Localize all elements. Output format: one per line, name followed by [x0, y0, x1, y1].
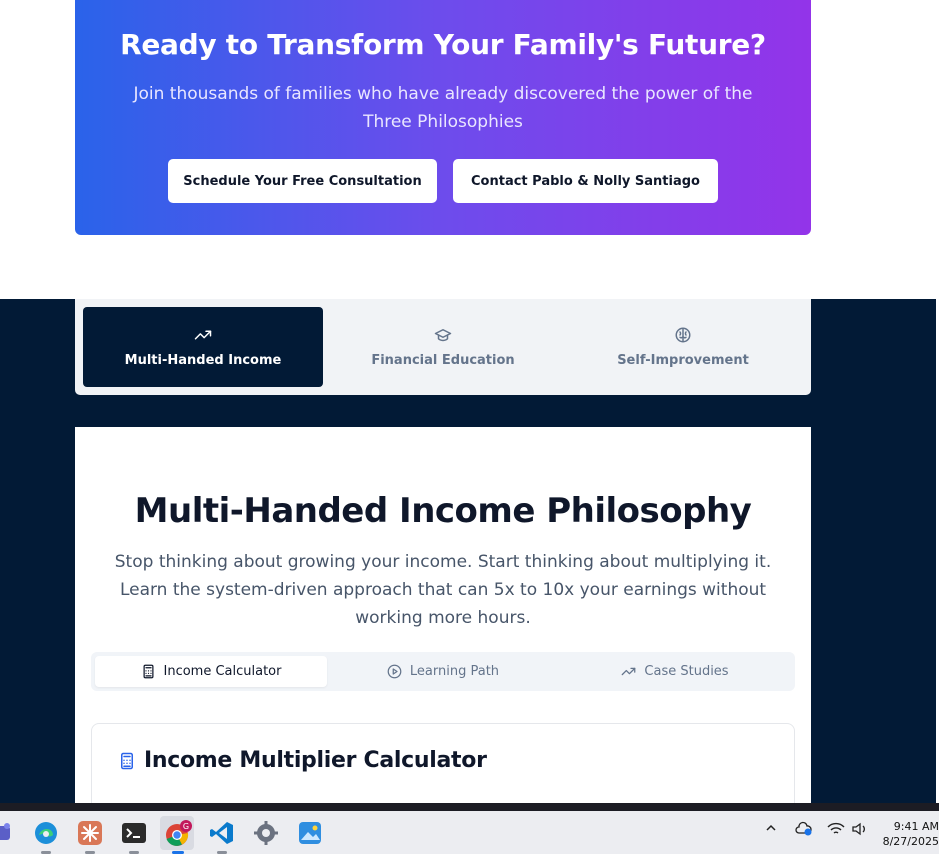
- tab-financial-education[interactable]: Financial Education: [323, 307, 563, 387]
- photos-icon[interactable]: [297, 820, 323, 846]
- calculator-icon: [143, 664, 153, 679]
- chevron-up-icon[interactable]: [764, 821, 778, 839]
- philosophy-section: Multi-Handed Income Financial Education …: [0, 299, 936, 823]
- tab-income-calculator[interactable]: Income Calculator: [95, 656, 327, 687]
- contact-button[interactable]: Contact Pablo & Nolly Santiago: [453, 159, 718, 203]
- subtab-label: Income Calculator: [163, 664, 282, 679]
- chrome-profile-badge: G: [183, 822, 189, 831]
- cta-banner: Ready to Transform Your Family's Future?…: [75, 0, 811, 235]
- play-circle-icon: [387, 664, 402, 679]
- vscode-icon[interactable]: [209, 820, 235, 846]
- philosophy-tabbar: Multi-Handed Income Financial Education …: [75, 299, 811, 395]
- claude-icon[interactable]: [77, 820, 103, 846]
- page-title: Multi-Handed Income Philosophy: [134, 491, 752, 531]
- onedrive-sync-icon[interactable]: [795, 821, 813, 841]
- brain-icon: [675, 327, 691, 343]
- cta-title: Ready to Transform Your Family's Future?: [120, 28, 766, 61]
- tab-label: Financial Education: [371, 353, 515, 368]
- tab-case-studies[interactable]: Case Studies: [559, 656, 791, 687]
- clock-time: 9:41 AM: [893, 820, 939, 833]
- wifi-icon[interactable]: [827, 821, 845, 841]
- volume-icon[interactable]: [851, 821, 869, 841]
- graduation-cap-icon: [434, 329, 452, 342]
- subtab-label: Case Studies: [644, 664, 729, 679]
- chrome-icon[interactable]: G: [160, 816, 194, 850]
- tab-self-improvement[interactable]: Self-Improvement: [563, 307, 803, 387]
- settings-icon[interactable]: [253, 820, 279, 846]
- clock-date: 8/27/2025: [882, 835, 939, 848]
- calculator-icon: [121, 752, 133, 770]
- subtab-bar: Income Calculator Learning Path Case Stu…: [91, 652, 795, 691]
- tab-learning-path[interactable]: Learning Path: [327, 656, 559, 687]
- tab-label: Multi-Handed Income: [124, 353, 282, 368]
- calculator-title: Income Multiplier Calculator: [144, 748, 487, 773]
- subtab-label: Learning Path: [409, 664, 500, 679]
- teams-icon[interactable]: [0, 820, 14, 846]
- edge-icon[interactable]: [33, 820, 59, 846]
- trending-up-icon: [194, 330, 212, 340]
- page-description: Stop thinking about growing your income.…: [114, 552, 772, 628]
- cta-subtitle: Join thousands of families who have alre…: [133, 84, 753, 132]
- schedule-consultation-button[interactable]: Schedule Your Free Consultation: [168, 159, 437, 203]
- trending-up-icon: [622, 667, 636, 676]
- system-clock[interactable]: 9:41 AM 8/27/2025: [881, 819, 939, 849]
- taskbar-border: [0, 803, 939, 811]
- cta-section: Ready to Transform Your Family's Future?…: [0, 0, 939, 299]
- taskbar: G 9:41 AM 8/27/2025: [0, 811, 939, 854]
- tab-multi-handed-income[interactable]: Multi-Handed Income: [83, 307, 323, 387]
- terminal-icon[interactable]: [121, 820, 147, 846]
- philosophy-content: Multi-Handed Income Philosophy Stop thin…: [75, 427, 811, 823]
- tab-label: Self-Improvement: [617, 353, 749, 368]
